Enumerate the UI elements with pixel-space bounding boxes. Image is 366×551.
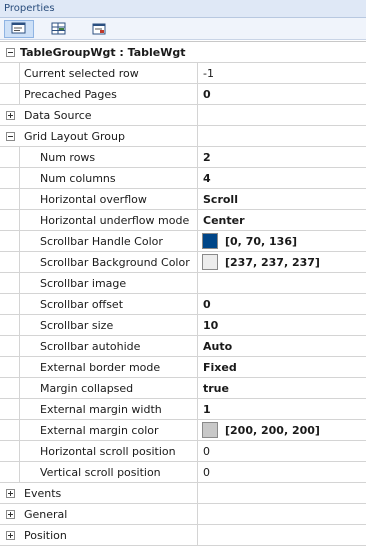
property-name: Scrollbar image [20, 273, 198, 293]
collapse-icon[interactable] [5, 47, 15, 57]
property-row[interactable]: External margin color [200, 200, 200] [0, 420, 366, 441]
group-label: General [20, 504, 198, 524]
property-value[interactable] [198, 273, 366, 293]
color-swatch[interactable] [202, 233, 218, 249]
property-row[interactable]: Scrollbar offset 0 [0, 294, 366, 315]
group-row-data-source[interactable]: Data Source [0, 105, 366, 126]
property-row[interactable]: Horizontal underflow mode Center [0, 210, 366, 231]
group-row-general[interactable]: General [0, 504, 366, 525]
property-name: Margin collapsed [20, 378, 198, 398]
group-row-grid-layout[interactable]: Grid Layout Group [0, 126, 366, 147]
group-row-position[interactable]: Position [0, 525, 366, 546]
categorized-view-button[interactable] [4, 20, 34, 38]
group-label: Events [20, 483, 198, 503]
property-name: Scrollbar size [20, 315, 198, 335]
object-header-label: TableGroupWgt : TableWgt [20, 45, 186, 59]
property-value[interactable]: [237, 237, 237] [198, 252, 366, 272]
property-name: Horizontal underflow mode [20, 210, 198, 230]
property-value[interactable]: Fixed [198, 357, 366, 377]
group-label: Position [20, 525, 198, 545]
property-name: Horizontal scroll position [20, 441, 198, 461]
properties-toolbar [0, 18, 366, 40]
property-row[interactable]: Current selected row -1 [0, 63, 366, 84]
property-name: Precached Pages [20, 84, 198, 104]
property-value[interactable]: 10 [198, 315, 366, 335]
property-name: Vertical scroll position [20, 462, 198, 482]
property-value[interactable]: [0, 70, 136] [198, 231, 366, 251]
property-name: Current selected row [20, 63, 198, 83]
expand-icon[interactable] [5, 488, 15, 498]
property-row[interactable]: Scrollbar image [0, 273, 366, 294]
property-name: External margin width [20, 399, 198, 419]
property-row[interactable]: Num columns 4 [0, 168, 366, 189]
color-swatch[interactable] [202, 422, 218, 438]
property-value[interactable]: 1 [198, 399, 366, 419]
color-swatch[interactable] [202, 254, 218, 270]
color-value-text: [200, 200, 200] [225, 423, 320, 437]
property-value[interactable]: Scroll [198, 189, 366, 209]
property-name: Horizontal overflow [20, 189, 198, 209]
property-name: External border mode [20, 357, 198, 377]
property-value[interactable]: -1 [198, 63, 366, 83]
alphabetical-view-icon [51, 22, 66, 35]
property-name: Scrollbar Background Color [20, 252, 198, 272]
property-name: External margin color [20, 420, 198, 440]
expand-icon[interactable] [5, 110, 15, 120]
properties-panel-title: Properties [0, 0, 366, 18]
property-value[interactable]: true [198, 378, 366, 398]
property-row[interactable]: Scrollbar autohide Auto [0, 336, 366, 357]
color-value-text: [0, 70, 136] [225, 234, 297, 248]
property-value[interactable]: 0 [198, 441, 366, 461]
object-header-row[interactable]: TableGroupWgt : TableWgt [0, 42, 366, 63]
property-row[interactable]: Scrollbar size 10 [0, 315, 366, 336]
property-row[interactable]: Num rows 2 [0, 147, 366, 168]
property-value[interactable]: 0 [198, 462, 366, 482]
property-name: Scrollbar offset [20, 294, 198, 314]
color-value-text: [237, 237, 237] [225, 255, 320, 269]
collapse-icon[interactable] [5, 131, 15, 141]
property-name: Num columns [20, 168, 198, 188]
property-name: Num rows [20, 147, 198, 167]
property-row[interactable]: Horizontal overflow Scroll [0, 189, 366, 210]
property-value[interactable]: 0 [198, 84, 366, 104]
property-value[interactable]: 0 [198, 294, 366, 314]
property-grid: TableGroupWgt : TableWgt Current selecte… [0, 41, 366, 551]
group-label: Grid Layout Group [20, 126, 198, 146]
property-row[interactable]: Precached Pages 0 [0, 84, 366, 105]
property-row[interactable]: External margin width 1 [0, 399, 366, 420]
property-row[interactable]: External border mode Fixed [0, 357, 366, 378]
property-value[interactable]: [200, 200, 200] [198, 420, 366, 440]
property-row[interactable]: Vertical scroll position 0 [0, 462, 366, 483]
property-value[interactable]: 4 [198, 168, 366, 188]
alphabetical-view-button[interactable] [44, 20, 74, 38]
property-value[interactable]: Center [198, 210, 366, 230]
property-row[interactable]: Margin collapsed true [0, 378, 366, 399]
expand-icon[interactable] [5, 509, 15, 519]
property-pages-icon [92, 23, 106, 35]
property-value[interactable]: 2 [198, 147, 366, 167]
group-label: Data Source [20, 105, 198, 125]
group-row-events[interactable]: Events [0, 483, 366, 504]
property-value[interactable]: Auto [198, 336, 366, 356]
property-row[interactable]: Horizontal scroll position 0 [0, 441, 366, 462]
property-name: Scrollbar Handle Color [20, 231, 198, 251]
property-row[interactable]: Scrollbar Handle Color [0, 70, 136] [0, 231, 366, 252]
property-row[interactable]: Scrollbar Background Color [237, 237, 23… [0, 252, 366, 273]
categorized-view-icon [11, 22, 26, 34]
property-pages-button[interactable] [84, 20, 114, 38]
expand-icon[interactable] [5, 530, 15, 540]
property-name: Scrollbar autohide [20, 336, 198, 356]
